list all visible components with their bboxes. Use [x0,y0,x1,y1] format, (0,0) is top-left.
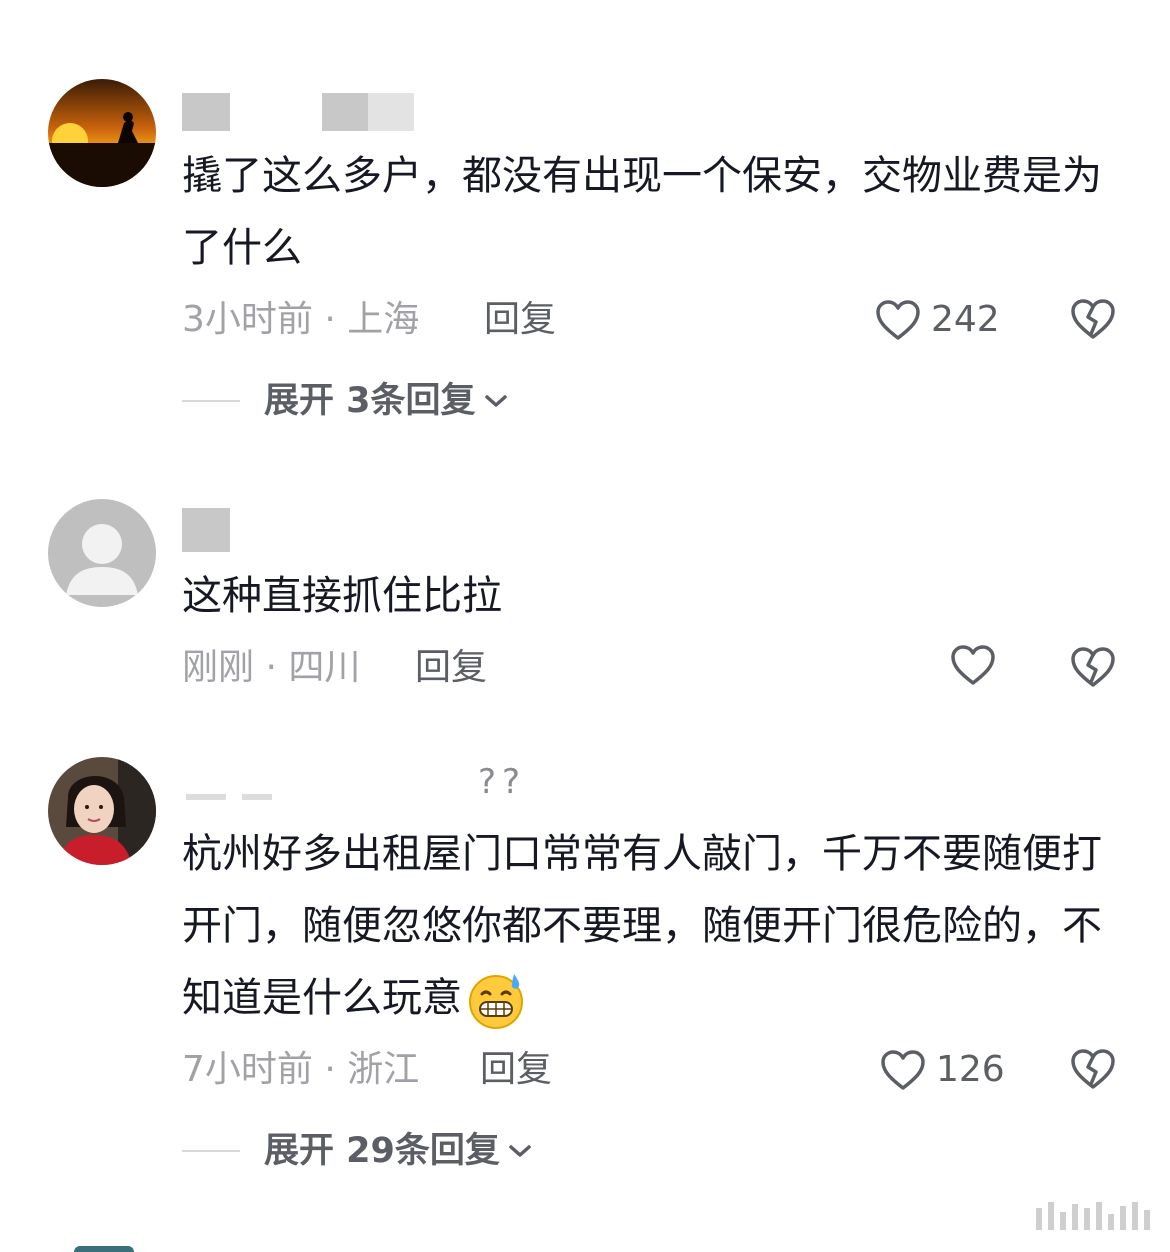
comment-meta: 刚刚 · 四川 [182,647,361,688]
default-user-icon [48,499,156,607]
avatar[interactable] [48,499,156,607]
reply-button[interactable]: 回复 [480,1046,552,1094]
watermark-logo [1036,1202,1150,1230]
chevron-down-icon [509,1145,531,1157]
reply-button[interactable]: 回复 [415,644,487,692]
username-suffix: ?? [478,762,527,802]
like-button[interactable]: 242 [875,296,1000,344]
dislike-button[interactable] [1070,298,1116,340]
expand-replies-button[interactable]: 展开 29条回复 [182,1127,532,1175]
avatar[interactable] [48,79,156,187]
expand-replies-button[interactable]: 展开 3条回复 [182,377,508,425]
dislike-button[interactable] [1070,1048,1116,1090]
comment-text: 这种直接抓住比拉 [182,573,502,619]
avatar[interactable] [48,757,156,865]
next-comment-avatar-partial [74,1246,134,1252]
avatar-sunset-image [48,79,156,187]
comment-text: 杭州好多出租屋门口常常有人敲门，千万不要随便打开门，随便忽悠你都不要理，随便开门… [182,818,1112,1034]
expand-replies-label: 展开 3条回复 [264,381,476,421]
like-count: 126 [936,1049,1005,1090]
heart-outline-icon [951,645,995,685]
divider-line [182,1150,240,1152]
divider-line [182,400,240,402]
comment-meta: 3小时前 · 上海 [182,299,420,340]
like-button[interactable]: 126 [880,1046,1005,1094]
dislike-button[interactable] [1070,646,1116,688]
expand-replies-label: 展开 29条回复 [264,1131,500,1171]
comment-meta: 7小时前 · 浙江 [182,1049,420,1090]
like-count: 242 [931,299,1000,340]
broken-heart-icon [1071,1049,1115,1089]
comment-text: 撬了这么多户，都没有出现一个保安，交物业费是为了什么 [182,153,1102,271]
heart-outline-icon [876,300,920,340]
broken-heart-icon [1071,299,1115,339]
broken-heart-icon [1071,647,1115,687]
grinning-sweat-emoji [469,974,523,1029]
like-button[interactable] [950,644,1006,686]
chevron-down-icon [484,395,507,407]
heart-outline-icon [881,1050,925,1090]
comment-text-body: 杭州好多出租屋门口常常有人敲门，千万不要随便打开门，随便忽悠你都不要理，随便开门… [182,831,1102,1021]
avatar-woman-photo [48,757,156,865]
reply-button[interactable]: 回复 [484,296,556,344]
